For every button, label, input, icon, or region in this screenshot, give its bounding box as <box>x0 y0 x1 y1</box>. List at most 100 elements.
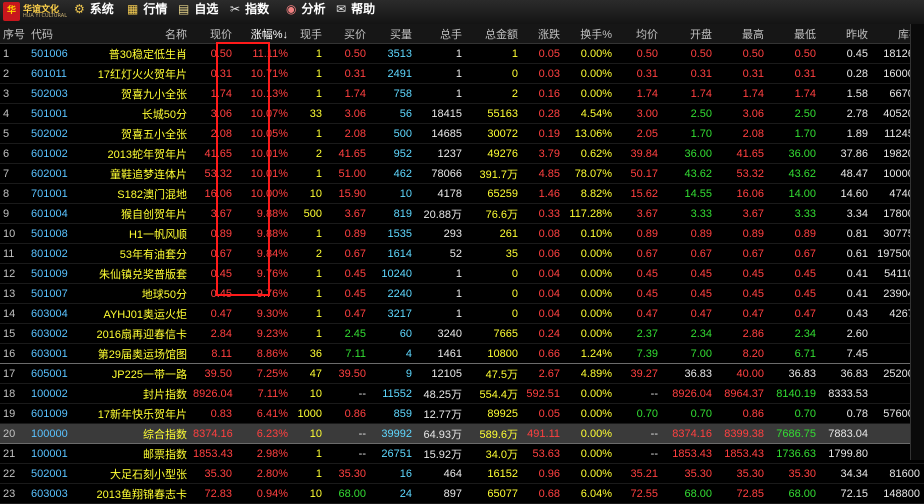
col-avg-header[interactable]: 均价 <box>615 24 661 44</box>
col-open-header[interactable]: 开盘 <box>661 24 715 44</box>
col-prev-close: 37.86 <box>819 143 871 164</box>
col-low: 0.67 <box>767 243 819 264</box>
col-low: 36.00 <box>767 143 819 164</box>
col-low: 36.83 <box>767 363 819 384</box>
col-low: 0.45 <box>767 263 819 284</box>
col-bid-vol: 4 <box>369 343 415 364</box>
table-row[interactable]: 10 501008 H1一帆风顺 0.89 9.88% 1 0.89 1535 293 261 0.… <box>0 223 924 244</box>
table-row[interactable]: 7 602001 童鞋追梦连体片 53.32 10.01% 1 51.00 462 78066 3… <box>0 163 924 184</box>
col-avg: 15.62 <box>615 183 661 204</box>
menu-favorites[interactable]: ▤ 自选 <box>178 0 218 24</box>
col-price-header[interactable]: 现价 <box>190 24 235 44</box>
col-change-header[interactable]: 涨跌 <box>521 24 563 44</box>
table-row[interactable]: 3 502003 贺喜九小全张 1.74 10.13% 1 1.74 758 1 2 0.16 0.0… <box>0 83 924 104</box>
table-row[interactable]: 6 601002 2013蛇年贺年片 41.65 10.01% 2 41.65 952 1237… <box>0 143 924 164</box>
menu-label: 指数 <box>245 2 270 16</box>
table-row[interactable]: 23 603003 2013鱼翔锦春志卡 72.83 0.94% 10 68.00 24 897… <box>0 483 924 504</box>
col-turnover: 391.7万 <box>465 163 521 184</box>
col-index: 9 <box>0 203 28 224</box>
col-index-header[interactable]: 序号 <box>0 24 28 44</box>
col-open: 36.83 <box>661 363 715 384</box>
table-row[interactable]: 1 501006 普30稳定低生肖 0.50 11.11% 1 0.50 3513 1 1 0.05… <box>0 43 924 64</box>
table-row[interactable]: 13 501007 地球50分 0.45 9.76% 1 0.45 2240 1 0 0.04 0.0… <box>0 283 924 304</box>
col-total-vol-header[interactable]: 总手 <box>415 24 465 44</box>
col-code: 601002 <box>28 143 74 164</box>
col-turnover-rate-header[interactable]: 换手% <box>563 24 615 44</box>
col-index: 17 <box>0 363 28 384</box>
col-turnover: 76.6万 <box>465 203 521 224</box>
col-high: 0.67 <box>715 243 767 264</box>
col-high: 0.45 <box>715 283 767 304</box>
col-last-vol: 2 <box>291 243 325 264</box>
col-prev-close: 0.41 <box>819 283 871 304</box>
col-turnover-header[interactable]: 总金额 <box>465 24 521 44</box>
col-change-pct: 11.11% <box>235 43 291 64</box>
col-turnover: 0 <box>465 63 521 84</box>
col-prev-close-header[interactable]: 昨收 <box>819 24 871 44</box>
col-low: 7686.75 <box>767 423 819 444</box>
col-open: 0.70 <box>661 403 715 424</box>
menu-analysis[interactable]: ◉ 分析 <box>286 0 326 24</box>
menu-help[interactable]: ✉ 帮助 <box>336 0 375 24</box>
col-code-header[interactable]: 代码 <box>28 24 74 44</box>
col-change-pct: 10.07% <box>235 103 291 124</box>
table-row[interactable]: 19 601009 17新年快乐贺年片 0.83 6.41% 1000 0.86 859 12.… <box>0 403 924 424</box>
menu-quotes[interactable]: ▦ 行情 <box>127 0 167 24</box>
col-change: 0.33 <box>521 203 563 224</box>
table-row[interactable]: 8 701001 S182澳门混地 16.06 10.00% 10 15.90 10 4178 6… <box>0 183 924 204</box>
menu-index[interactable]: ✂ 指数 <box>230 0 269 24</box>
col-prev-close: 72.15 <box>819 483 871 504</box>
col-prev-close: 1799.80 <box>819 443 871 464</box>
col-turnover-rate: 0.00% <box>563 283 615 304</box>
table-row[interactable]: 5 502002 贺喜五小全张 2.08 10.05% 1 2.08 500 14685 3007… <box>0 123 924 144</box>
table-row[interactable]: 9 601004 猴自创贺年片 3.67 9.88% 500 3.67 819 20.88万 76… <box>0 203 924 224</box>
col-turnover-rate: 1.24% <box>563 343 615 364</box>
col-change: 491.11 <box>521 423 563 444</box>
table-row[interactable]: 18 100002 封片指数 8926.04 7.11% 10 -- 11552 48.25万 5… <box>0 383 924 404</box>
col-avg: 0.70 <box>615 403 661 424</box>
col-change-pct: 9.76% <box>235 283 291 304</box>
col-change-pct-header[interactable]: 涨幅%↓ <box>235 24 291 44</box>
table-row[interactable]: 2 601011 17红灯火火贺年片 0.31 10.71% 1 0.31 2491 1 0 0.0… <box>0 63 924 84</box>
table-row[interactable]: 12 501009 朱仙镇兑奖普版套 0.45 9.76% 1 0.45 10240 1 0 0.0… <box>0 263 924 284</box>
col-prev-close: 14.60 <box>819 183 871 204</box>
col-last-vol: 1 <box>291 163 325 184</box>
vertical-scrollbar[interactable] <box>910 24 924 460</box>
col-name-header[interactable]: 名称 <box>74 24 190 44</box>
col-turnover-rate: 4.54% <box>563 103 615 124</box>
col-high: 8964.37 <box>715 383 767 404</box>
col-prev-close: 2.60 <box>819 323 871 344</box>
col-bid-vol: 2240 <box>369 283 415 304</box>
col-last-vol-header[interactable]: 现手 <box>291 24 325 44</box>
table-row[interactable]: 21 100001 邮票指数 1853.43 2.98% 1 -- 26751 15.92万 34… <box>0 443 924 464</box>
table-row[interactable]: 17 605001 JP225一带一路 39.50 7.25% 47 39.50 9 12105… <box>0 363 924 384</box>
col-turnover: 49276 <box>465 143 521 164</box>
col-high-header[interactable]: 最高 <box>715 24 767 44</box>
col-avg: 0.45 <box>615 263 661 284</box>
col-low-header[interactable]: 最低 <box>767 24 819 44</box>
menu-system[interactable]: ⚙ 系统 <box>74 0 114 24</box>
table-row[interactable]: 14 603004 AYHJ01奥运火炬 0.47 9.30% 1 0.47 3217 1 0 0.… <box>0 303 924 324</box>
col-bid-header[interactable]: 买价 <box>325 24 369 44</box>
table-row[interactable]: 22 502001 大足石刻小型张 35.30 2.80% 1 35.30 16 464 1615… <box>0 463 924 484</box>
col-open: 3.33 <box>661 203 715 224</box>
col-index: 15 <box>0 323 28 344</box>
table-row[interactable]: 20 100000 综合指数 8374.16 6.23% 10 -- 39992 64.93万 5… <box>0 423 924 444</box>
col-avg: 7.39 <box>615 343 661 364</box>
col-change-pct: 6.41% <box>235 403 291 424</box>
col-turnover: 2 <box>465 83 521 104</box>
col-price: 35.30 <box>190 463 235 484</box>
col-index: 8 <box>0 183 28 204</box>
col-change: 0.68 <box>521 483 563 504</box>
table-row[interactable]: 4 501001 长城50分 3.06 10.07% 33 3.06 56 18415 55163… <box>0 103 924 124</box>
col-code: 603001 <box>28 343 74 364</box>
col-price: 0.83 <box>190 403 235 424</box>
col-bid-vol-header[interactable]: 买量 <box>369 24 415 44</box>
table-row[interactable]: 11 801002 53年有油套分 0.67 9.84% 2 0.67 1614 52 35 0.0… <box>0 243 924 264</box>
col-turnover-rate: 0.00% <box>563 383 615 404</box>
table-row[interactable]: 16 603001 第29届奥运场馆图 8.11 8.86% 36 7.11 4 1461 108… <box>0 343 924 364</box>
col-bid-vol: 3513 <box>369 43 415 64</box>
col-code: 603004 <box>28 303 74 324</box>
col-bid: -- <box>325 423 369 444</box>
table-row[interactable]: 15 603002 2016扇再迎春信卡 2.84 9.23% 1 2.45 60 3240 76… <box>0 323 924 344</box>
